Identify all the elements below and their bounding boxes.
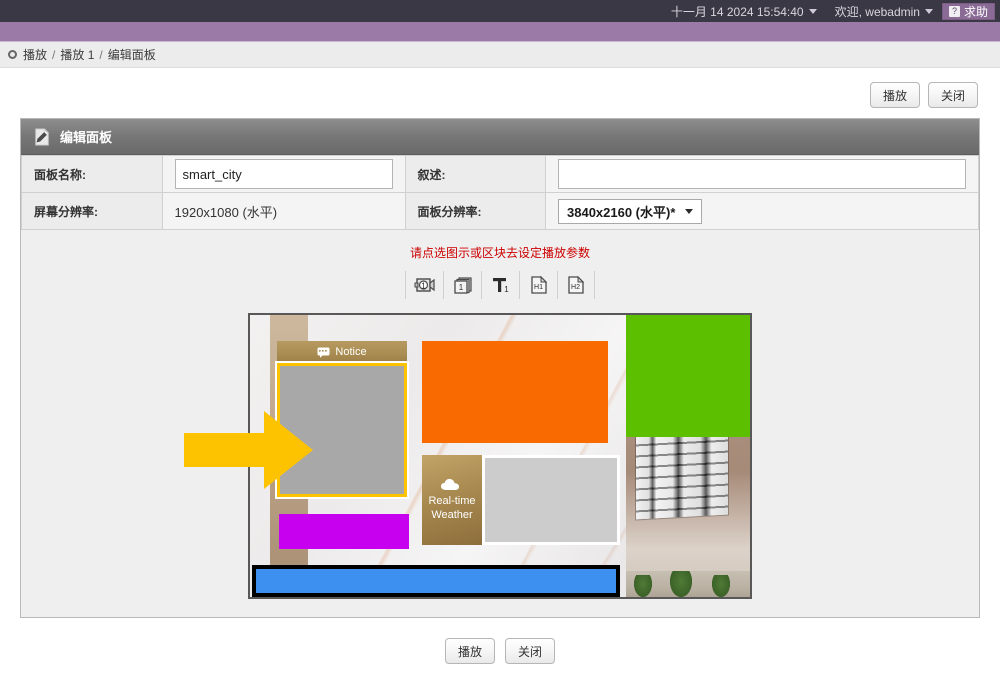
panel-resolution-label: 面板分辨率:	[404, 192, 546, 230]
edit-pencil-icon	[33, 127, 51, 147]
form-row-name: 面板名称: 叙述:	[21, 155, 979, 193]
svg-text:1: 1	[421, 281, 426, 290]
top-bar: 十一月 14 2024 15:54:40 欢迎, webadmin ? 求助	[0, 0, 1000, 22]
location-dot-icon	[8, 50, 17, 59]
breadcrumb-item-0[interactable]: 播放	[23, 46, 47, 63]
play-button-bottom[interactable]: 播放	[444, 638, 495, 664]
html-page-h1-icon[interactable]: H1	[519, 271, 557, 299]
screen-resolution-cell: 1920x1080 (水平)	[161, 192, 406, 230]
notice-title: Notice	[335, 346, 367, 358]
edit-panel: 编辑面板 面板名称: 叙述: 屏幕分辨率: 1920x1080 (水平) 面板分…	[20, 118, 980, 618]
chevron-down-icon	[924, 8, 933, 14]
user-greeting-label: 欢迎, webadmin	[834, 4, 920, 19]
panel-resolution-value: 3840x2160 (水平)*	[567, 204, 676, 220]
orange-block[interactable]	[422, 341, 608, 443]
weather-widget[interactable]: Real-time Weather	[422, 455, 620, 545]
notice-widget[interactable]: Notice	[275, 341, 409, 499]
panel-name-input[interactable]	[174, 159, 393, 189]
svg-text:H1: H1	[534, 284, 543, 291]
magenta-block[interactable]	[279, 514, 409, 549]
panel-name-cell	[161, 155, 406, 193]
image-stack-1-icon[interactable]: 1	[443, 271, 481, 299]
speech-bubble-icon	[317, 347, 330, 358]
tree-icon	[670, 571, 692, 597]
chevron-down-icon	[808, 8, 817, 14]
notice-header: Notice	[277, 341, 407, 363]
panel-title: 编辑面板	[60, 130, 113, 145]
chevron-down-icon	[685, 208, 694, 214]
blue-ticker-block[interactable]	[252, 565, 620, 597]
help-label: 求助	[963, 4, 988, 19]
svg-text:1: 1	[504, 285, 509, 294]
nav-strip	[0, 22, 1000, 42]
layout-editor: 请点选图示或区块去设定播放参数 1 1 1 H1 H2 Notice Real-…	[21, 230, 979, 617]
video-source-1-icon[interactable]: 1	[405, 271, 443, 299]
notice-body-selected[interactable]	[275, 361, 409, 499]
svg-text:1: 1	[458, 283, 463, 292]
breadcrumb: 播放 / 播放 1 / 编辑面板	[0, 42, 1000, 68]
editor-toolbar: 1 1 1 H1 H2	[21, 271, 979, 299]
weather-title-line1: Real-time	[428, 495, 476, 507]
panel-resolution-select[interactable]: 3840x2160 (水平)*	[558, 198, 703, 224]
weather-title-line2: Weather	[431, 509, 473, 521]
html-page-h2-icon[interactable]: H2	[557, 271, 595, 299]
top-action-bar: 播放 关闭	[0, 68, 1000, 118]
layout-canvas-wrap: Notice Real-time Weather	[184, 313, 752, 599]
breadcrumb-item-2: 编辑面板	[107, 48, 156, 62]
layout-canvas[interactable]: Notice Real-time Weather	[248, 313, 752, 599]
close-button-bottom[interactable]: 关闭	[505, 638, 556, 664]
tree-icon	[712, 575, 730, 597]
description-cell	[545, 155, 979, 193]
description-label: 叙述:	[404, 155, 546, 193]
cloud-icon	[441, 478, 459, 490]
breadcrumb-separator: /	[99, 47, 103, 62]
panel-header: 编辑面板	[21, 119, 979, 155]
help-button[interactable]: ? 求助	[941, 2, 995, 20]
blue-ticker-fill	[256, 569, 616, 593]
panel-resolution-cell: 3840x2160 (水平)*	[545, 192, 979, 230]
tree-icon	[634, 575, 652, 597]
svg-text:H2: H2	[571, 284, 580, 291]
screen-resolution-value: 1920x1080 (水平)	[174, 204, 278, 220]
play-button-top[interactable]: 播放	[869, 82, 920, 108]
datetime-label: 十一月 14 2024 15:54:40	[670, 4, 804, 19]
screen-resolution-label: 屏幕分辨率:	[21, 192, 163, 230]
panel-name-label: 面板名称:	[21, 155, 163, 193]
datetime-menu[interactable]: 十一月 14 2024 15:54:40	[662, 0, 826, 22]
editor-hint: 请点选图示或区块去设定播放参数	[409, 246, 590, 260]
description-input[interactable]	[558, 159, 966, 189]
weather-label-panel: Real-time Weather	[422, 455, 482, 545]
breadcrumb-separator: /	[52, 47, 56, 62]
page-content: 播放 关闭 编辑面板 面板名称: 叙述:	[0, 68, 1000, 698]
user-menu[interactable]: 欢迎, webadmin	[826, 0, 942, 22]
bottom-action-bar: 播放 关闭	[0, 618, 1000, 664]
green-block[interactable]	[626, 315, 750, 437]
weather-content-area[interactable]	[482, 455, 620, 545]
form-row-resolution: 屏幕分辨率: 1920x1080 (水平) 面板分辨率: 3840x2160 (…	[21, 192, 979, 230]
breadcrumb-item-1[interactable]: 播放 1	[60, 46, 94, 63]
close-button-top[interactable]: 关闭	[927, 82, 978, 108]
question-mark-icon: ?	[948, 5, 960, 17]
text-ticker-1-icon[interactable]: 1	[481, 271, 519, 299]
panel-form: 面板名称: 叙述: 屏幕分辨率: 1920x1080 (水平) 面板分辨率: 3…	[21, 155, 979, 230]
